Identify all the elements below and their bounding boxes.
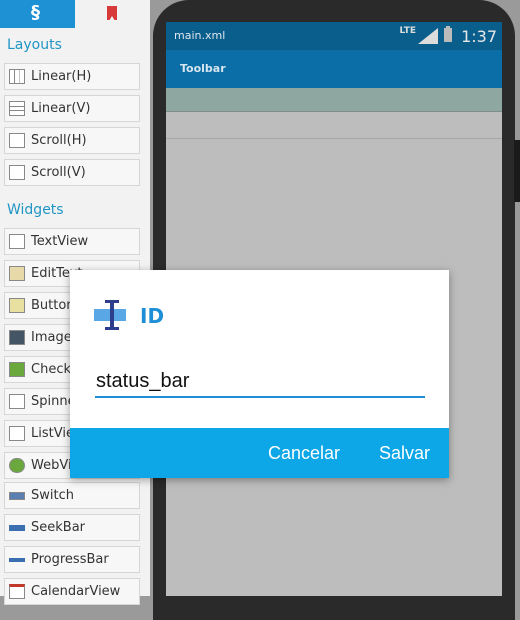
checkbox-icon bbox=[9, 362, 25, 377]
dialog-title: ID bbox=[140, 304, 165, 328]
palette-item-progressbar[interactable]: ProgressBar bbox=[4, 546, 140, 573]
scroll-vertical-icon bbox=[9, 165, 25, 180]
linear-horizontal-icon bbox=[9, 69, 25, 84]
status-file-name: main.xml bbox=[174, 29, 226, 42]
tab-palette[interactable]: § bbox=[0, 0, 75, 28]
widgets-section-label: Widgets bbox=[7, 202, 64, 218]
layouts-section-label: Layouts bbox=[7, 37, 62, 53]
status-bar-view[interactable] bbox=[166, 88, 502, 112]
palette-item-seekbar[interactable]: SeekBar bbox=[4, 514, 140, 541]
palette-item-switch[interactable]: Switch bbox=[4, 482, 140, 509]
phone-toolbar[interactable]: Toolbar bbox=[166, 50, 502, 88]
id-dialog: ID Cancelar Salvar bbox=[70, 270, 449, 478]
palette-item-textview[interactable]: TextView bbox=[4, 228, 140, 255]
palette-item-linear-h[interactable]: Linear(H) bbox=[4, 63, 140, 90]
id-input[interactable] bbox=[95, 366, 425, 398]
palette-item-label: TextView bbox=[31, 234, 89, 249]
palette-item-label: Linear(H) bbox=[31, 69, 92, 84]
content-divider bbox=[166, 138, 502, 139]
save-button[interactable]: Salvar bbox=[379, 443, 430, 464]
textview-icon bbox=[9, 234, 25, 249]
status-time: 1:37 bbox=[461, 27, 497, 46]
linear-vertical-icon bbox=[9, 101, 25, 116]
signal-icon bbox=[418, 28, 438, 48]
webview-icon bbox=[9, 458, 25, 473]
cancel-button[interactable]: Cancelar bbox=[268, 443, 340, 464]
button-icon bbox=[9, 298, 25, 313]
palette-tabs: § bbox=[0, 0, 150, 28]
seekbar-icon bbox=[9, 525, 25, 531]
palette-item-label: Scroll(H) bbox=[31, 133, 87, 148]
palette-item-label: Scroll(V) bbox=[31, 165, 86, 180]
palette-item-label: CalendarView bbox=[31, 584, 121, 599]
palette-item-scroll-h[interactable]: Scroll(H) bbox=[4, 127, 140, 154]
toolbar-title: Toolbar bbox=[180, 62, 226, 75]
palette-item-calendarview[interactable]: CalendarView bbox=[4, 578, 140, 605]
lte-icon: LTE bbox=[399, 26, 416, 36]
palette-item-label: Button bbox=[31, 298, 75, 313]
switch-icon bbox=[9, 492, 25, 500]
calendarview-icon bbox=[9, 584, 25, 599]
palette-item-label: ProgressBar bbox=[31, 552, 109, 567]
palette-item-linear-v[interactable]: Linear(V) bbox=[4, 95, 140, 122]
battery-icon bbox=[440, 26, 456, 44]
phone-side-button bbox=[514, 140, 520, 202]
phone-status-bar: main.xml 1:37 LTE bbox=[166, 22, 502, 50]
bookmark-icon bbox=[107, 6, 117, 21]
palette-item-label: Linear(V) bbox=[31, 101, 91, 116]
progressbar-icon bbox=[9, 558, 25, 562]
text-cursor-icon bbox=[94, 300, 126, 330]
spinner-icon bbox=[9, 394, 25, 409]
imageview-icon bbox=[9, 330, 25, 345]
palette-item-label: SeekBar bbox=[31, 520, 86, 535]
palette-icon: § bbox=[31, 2, 40, 23]
listview-icon bbox=[9, 426, 25, 441]
palette-item-scroll-v[interactable]: Scroll(V) bbox=[4, 159, 140, 186]
palette-item-label: Switch bbox=[31, 488, 74, 503]
edittext-icon bbox=[9, 266, 25, 281]
tab-bookmark[interactable] bbox=[75, 0, 150, 28]
scroll-horizontal-icon bbox=[9, 133, 25, 148]
dialog-button-bar: Cancelar Salvar bbox=[70, 428, 449, 478]
